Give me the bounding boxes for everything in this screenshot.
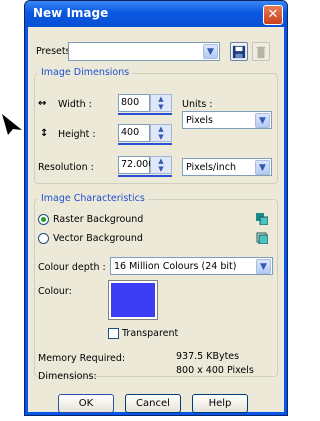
resolution-slider[interactable] xyxy=(118,175,172,177)
resolution-spinner[interactable]: ▲ ▼ xyxy=(150,156,172,174)
image-characteristics-legend: Image Characteristics xyxy=(38,193,148,204)
units-select[interactable]: Pixels ▼ xyxy=(182,111,272,129)
mouse-pointer-icon xyxy=(2,114,22,135)
chevron-down-icon[interactable]: ▼ xyxy=(256,259,271,274)
save-preset-button[interactable] xyxy=(230,42,248,61)
close-button[interactable]: ✕ xyxy=(263,5,283,25)
dimensions-value: 800 x 400 Pixels xyxy=(176,365,254,376)
height-label: Height : xyxy=(58,129,96,140)
title-bar[interactable]: New Image ✕ xyxy=(25,1,287,27)
raster-label: Raster Background xyxy=(53,214,144,225)
delete-preset-button[interactable] xyxy=(252,42,270,61)
units-label: Units : xyxy=(182,99,213,110)
vector-label: Vector Background xyxy=(53,233,143,244)
raster-layer-icon xyxy=(256,213,268,225)
transparent-checkbox[interactable] xyxy=(108,328,119,339)
chevron-down-icon[interactable]: ▼ xyxy=(255,160,270,175)
height-arrow-icon: ↕ xyxy=(40,128,49,139)
width-input[interactable]: 800 xyxy=(118,94,150,112)
vector-layer-icon xyxy=(256,232,268,244)
width-slider[interactable] xyxy=(118,113,172,115)
width-arrow-icon: ↔ xyxy=(38,98,47,109)
height-slider[interactable] xyxy=(118,143,172,145)
height-input[interactable]: 400 xyxy=(118,124,150,142)
image-dimensions-legend: Image Dimensions xyxy=(38,67,133,78)
width-spinner[interactable]: ▲ ▼ xyxy=(150,94,172,112)
presets-combo[interactable]: ▼ xyxy=(68,42,220,61)
chevron-down-icon[interactable]: ▼ xyxy=(255,113,270,128)
chevron-down-icon[interactable]: ▼ xyxy=(203,44,218,59)
resolution-input[interactable]: 72.000 xyxy=(118,156,154,174)
ok-button[interactable]: OK xyxy=(58,394,114,413)
raster-radio[interactable] xyxy=(38,214,49,225)
transparent-label: Transparent xyxy=(122,328,179,339)
memory-required-value: 937.5 KBytes xyxy=(176,351,240,362)
colour-label: Colour: xyxy=(38,286,72,297)
memory-required-label: Memory Required: xyxy=(38,353,126,364)
height-spinner[interactable]: ▲ ▼ xyxy=(150,124,172,142)
colour-depth-label: Colour depth : xyxy=(38,262,106,273)
colour-depth-select[interactable]: 16 Million Colours (24 bit) ▼ xyxy=(110,257,273,275)
width-label: Width : xyxy=(58,99,92,110)
dialog-body: Presets: ▼ Image Dimensions ↔ Width : 80… xyxy=(28,27,284,413)
resolution-label: Resolution : xyxy=(38,162,94,173)
window-title: New Image xyxy=(33,6,109,20)
new-image-dialog: New Image ✕ Presets: ▼ Image Dimensions … xyxy=(24,0,288,416)
colour-swatch[interactable] xyxy=(108,280,158,320)
resolution-units-select[interactable]: Pixels/inch ▼ xyxy=(182,158,272,176)
dimensions-label: Dimensions: xyxy=(38,371,97,382)
trash-icon xyxy=(256,46,266,59)
cancel-button[interactable]: Cancel xyxy=(125,394,181,413)
floppy-disk-icon xyxy=(232,45,246,59)
vector-radio[interactable] xyxy=(38,233,49,244)
help-button[interactable]: Help xyxy=(192,394,248,413)
